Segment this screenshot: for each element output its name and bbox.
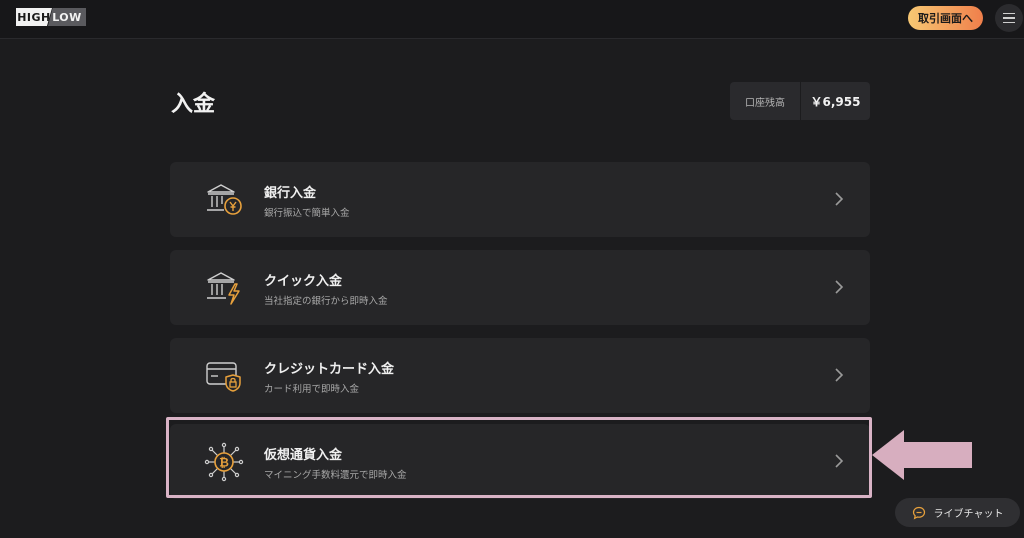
logo-high: HIGH — [16, 8, 52, 26]
deposit-method-quick[interactable]: クイック入金 当社指定の銀行から即時入金 — [170, 250, 870, 325]
chevron-right-icon — [835, 280, 844, 294]
menu-line — [1003, 17, 1015, 19]
top-header: HIGH LOW 取引画面へ — [0, 0, 1024, 39]
bank-lightning-icon — [207, 272, 240, 305]
hamburger-menu-button[interactable] — [995, 4, 1023, 32]
method-title: クレジットカード入金 — [264, 362, 395, 377]
method-subtitle: 銀行振込で簡単入金 — [264, 208, 350, 219]
pointer-arrow — [872, 430, 972, 480]
balance-label: 口座残高 — [730, 82, 801, 120]
menu-line — [1003, 21, 1015, 24]
method-title: 銀行入金 — [264, 186, 317, 201]
crypto-highlight-frame — [166, 417, 872, 498]
deposit-method-bank[interactable]: 銀行入金 銀行振込で簡単入金 — [170, 162, 870, 237]
chevron-right-icon — [835, 368, 844, 382]
method-subtitle: 当社指定の銀行から即時入金 — [264, 296, 388, 307]
credit-card-lock-icon — [206, 362, 241, 392]
chat-bubble-icon — [912, 506, 925, 520]
bank-yen-icon — [207, 184, 242, 215]
trade-screen-button[interactable]: 取引画面へ — [908, 6, 983, 30]
method-title: クイック入金 — [264, 274, 343, 289]
menu-line — [1003, 12, 1015, 15]
live-chat-button[interactable]: ライブチャット — [895, 498, 1020, 527]
balance-value: ￥6,955 — [810, 94, 861, 109]
live-chat-label: ライブチャット — [933, 509, 1004, 520]
highlow-logo[interactable]: HIGH LOW — [16, 8, 90, 26]
deposit-method-credit-card[interactable]: クレジットカード入金 カード利用で即時入金 — [170, 338, 870, 413]
chevron-right-icon — [835, 192, 844, 206]
account-balance-box: 口座残高 ￥6,955 — [730, 82, 870, 120]
method-subtitle: カード利用で即時入金 — [264, 384, 360, 395]
logo-low: LOW — [48, 8, 86, 26]
page-title: 入金 — [171, 92, 216, 117]
